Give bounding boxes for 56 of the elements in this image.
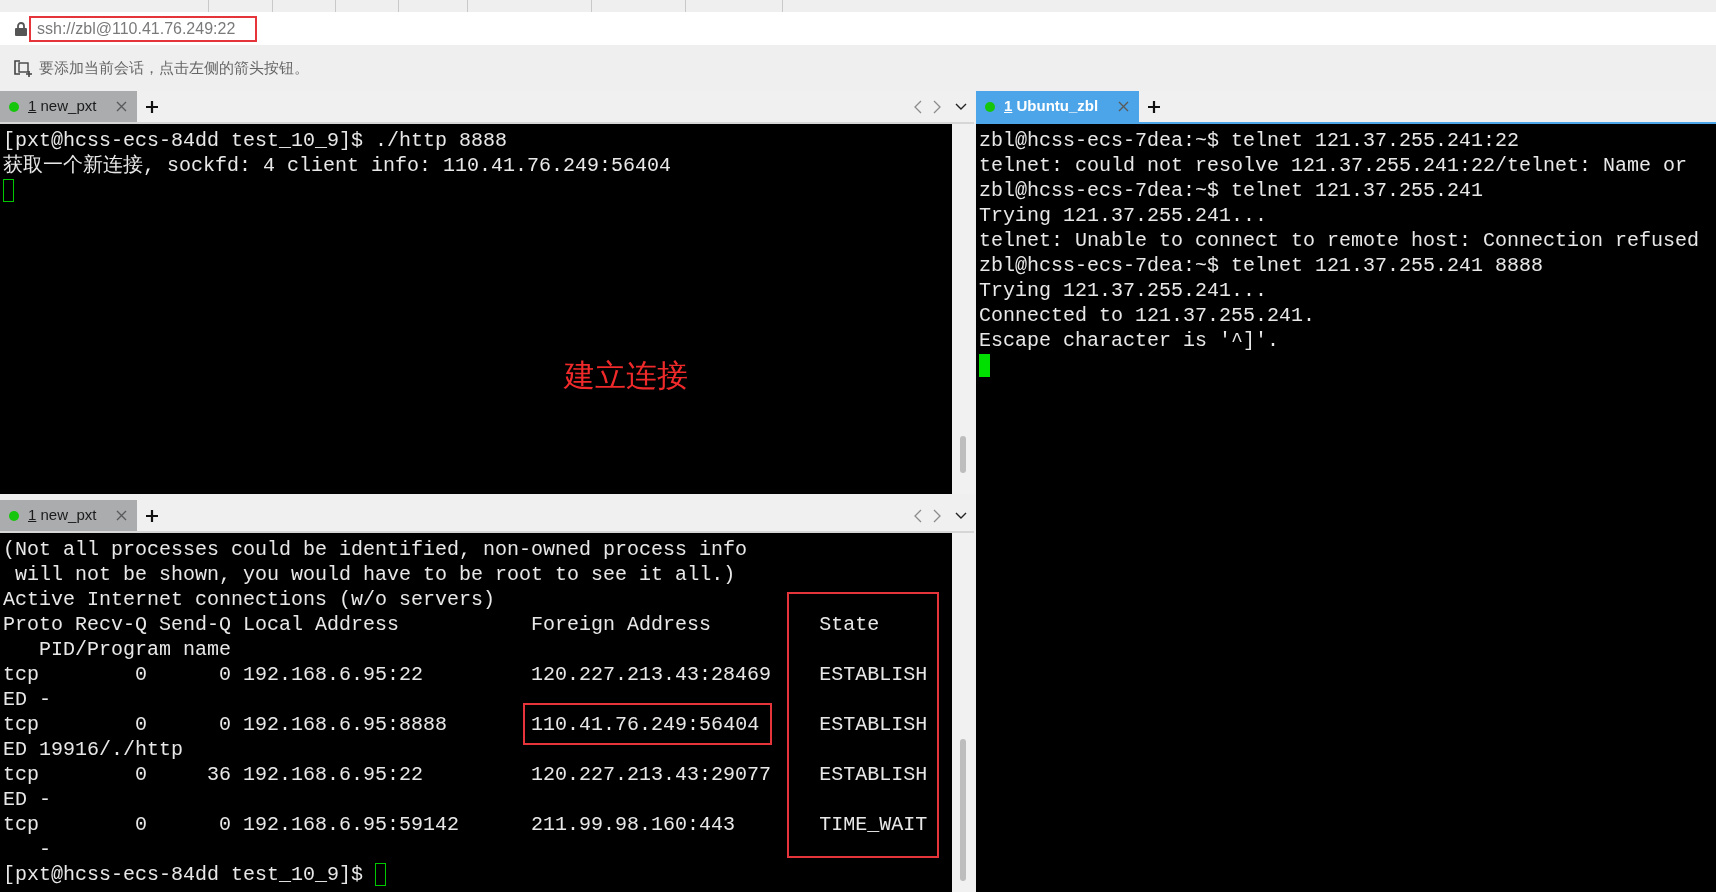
plus-icon[interactable] bbox=[146, 509, 159, 522]
chevron-right-icon[interactable] bbox=[933, 508, 941, 523]
terminal-text: ESTABLISH bbox=[819, 663, 928, 686]
terminal-line: [pxt@hcss-ecs-84dd test_10_9]$ ./http 8888 bbox=[3, 129, 508, 152]
terminal-line: 获取一个新连接, sockfd: 4 client info: 110.41.76.249:56404 bbox=[3, 154, 672, 177]
terminal-line: zbl@hcss-ecs-7dea:~$ telnet 121.37.255.241 bbox=[979, 179, 1484, 202]
status-dot-icon bbox=[9, 510, 19, 521]
terminal-line: ED - bbox=[3, 788, 51, 811]
close-icon[interactable] bbox=[116, 101, 128, 112]
terminal-line: ED 19916/./http bbox=[3, 738, 184, 761]
lock-icon bbox=[15, 21, 27, 36]
hint-text: 要添加当前会话，点击左侧的箭头按钮。 bbox=[39, 57, 309, 78]
terminal-line: Connected to 121.37.255.241. bbox=[979, 304, 1316, 327]
status-dot-icon bbox=[985, 101, 995, 112]
terminal-line: telnet: could not resolve 121.37.255.241:22/telnet: Name or bbox=[979, 154, 1688, 177]
plus-icon[interactable] bbox=[1148, 100, 1161, 113]
address-bar[interactable]: ssh://zbl@110.41.76.249:22 bbox=[0, 12, 1716, 45]
terminal-line: PID/Program name bbox=[39, 638, 232, 661]
terminal-line: Trying 121.37.255.241... bbox=[979, 204, 1268, 227]
scrollbar-thumb[interactable] bbox=[960, 739, 966, 881]
terminal-line: Active Internet connections (w/o servers) bbox=[3, 588, 496, 611]
terminal-text: Proto Recv-Q Send-Q Local Address Foreign Address bbox=[3, 613, 712, 636]
terminal-text: tcp 0 0 192.168.6.95:59142 211.99.98.160:443 bbox=[3, 813, 736, 836]
terminal-text: tcp 0 0 192.168.6.95:8888 bbox=[3, 713, 448, 736]
terminal-line: zbl@hcss-ecs-7dea:~$ telnet 121.37.255.241:22 bbox=[979, 129, 1520, 152]
address-text: ssh://zbl@110.41.76.249:22 bbox=[29, 15, 258, 42]
status-dot-icon bbox=[9, 101, 19, 112]
chevron-left-icon[interactable] bbox=[914, 508, 922, 523]
frame-plus-icon bbox=[14, 59, 33, 77]
chevron-right-icon[interactable] bbox=[933, 99, 941, 114]
chevron-down-icon[interactable] bbox=[955, 512, 967, 519]
close-icon[interactable] bbox=[1118, 101, 1130, 112]
terminal-line: Escape character is '^]'. bbox=[979, 329, 1280, 352]
terminal-text: [pxt@hcss-ecs-84dd test_10_9]$ bbox=[3, 863, 364, 886]
terminal-line: - bbox=[39, 838, 52, 861]
terminal-text: ESTABLISH bbox=[819, 763, 928, 786]
terminal-text: TIME_WAIT bbox=[819, 813, 928, 836]
terminal-line: (Not all processes could be identified, non-owned process info bbox=[3, 538, 748, 561]
terminal-text: tcp 0 0 192.168.6.95:22 120.227.213.43:28469 bbox=[3, 663, 772, 686]
terminal-text: tcp 0 36 192.168.6.95:22 120.227.213.43:29077 bbox=[3, 763, 772, 786]
plus-icon[interactable] bbox=[146, 100, 159, 113]
close-icon[interactable] bbox=[116, 510, 128, 521]
terminal-line: Trying 121.37.255.241... bbox=[979, 279, 1268, 302]
session-tab[interactable]: 1 new_pxt bbox=[0, 91, 138, 122]
terminal-line: zbl@hcss-ecs-7dea:~$ telnet 121.37.255.241 8888 bbox=[979, 254, 1544, 277]
terminal-line: ED - bbox=[3, 688, 51, 711]
terminal-line: will not be shown, you would have to be root to see it all.) bbox=[15, 563, 736, 586]
chevron-down-icon[interactable] bbox=[955, 103, 967, 110]
scrollbar-thumb[interactable] bbox=[960, 436, 966, 473]
terminal-text: 110.41.76.249:56404 bbox=[531, 713, 760, 736]
session-tab[interactable]: 1 new_pxt bbox=[0, 500, 138, 531]
terminal-line: telnet: Unable to connect to remote host: Connection refused bbox=[979, 229, 1700, 252]
annotation-text: 建立连接 bbox=[564, 357, 688, 393]
terminal-text: State bbox=[819, 613, 880, 636]
terminal-text: ESTABLISH bbox=[819, 713, 928, 736]
chevron-left-icon[interactable] bbox=[914, 99, 922, 114]
